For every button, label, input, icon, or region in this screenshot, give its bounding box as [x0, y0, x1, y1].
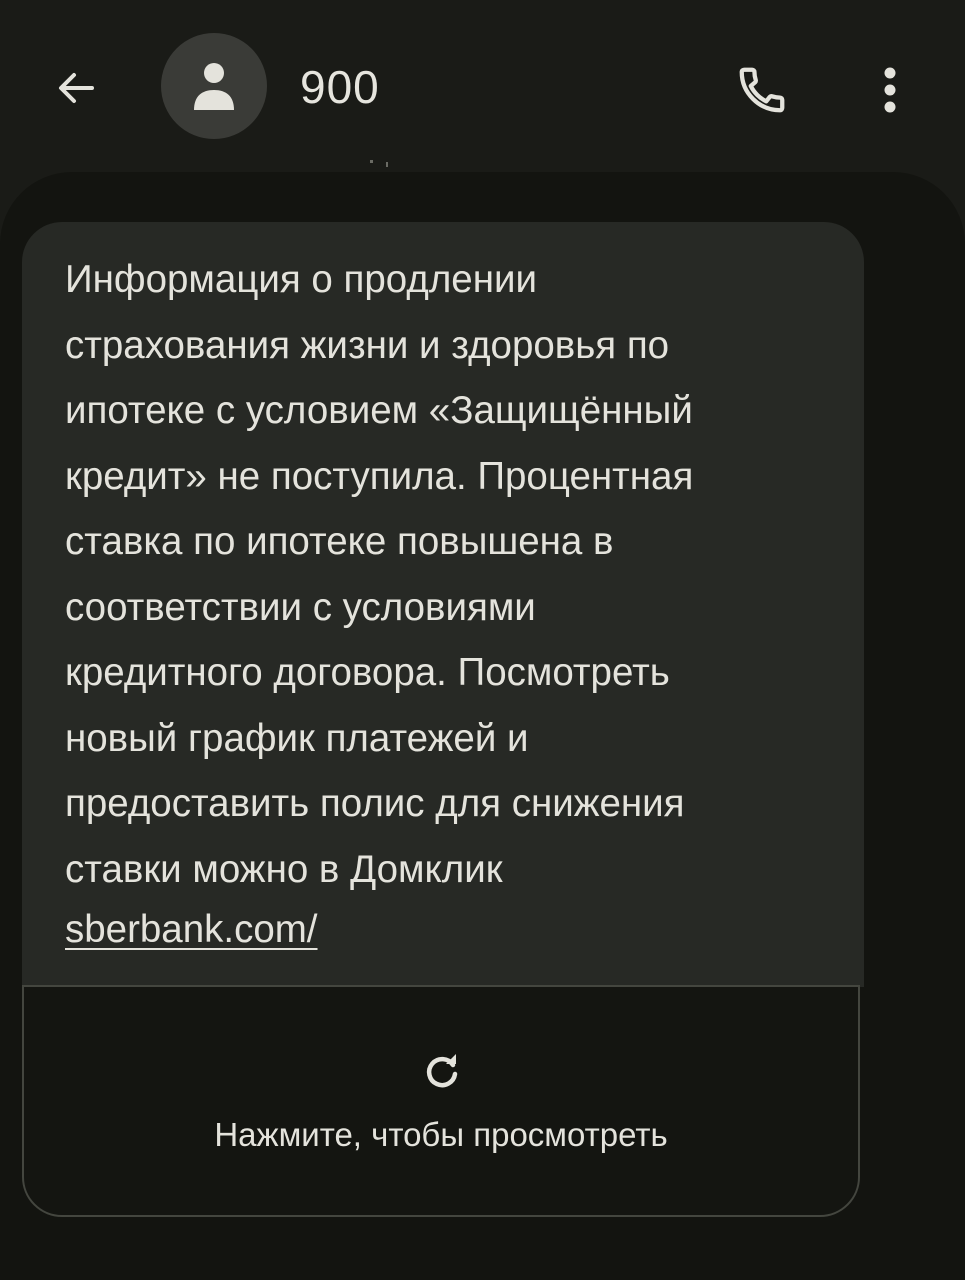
more-vert-icon: [884, 67, 896, 113]
message-text: Информация о продлении страхования жизни…: [65, 258, 694, 891]
person-icon: [194, 63, 234, 110]
call-button[interactable]: [724, 52, 800, 128]
scroll-hint-marks: [370, 160, 388, 167]
back-button[interactable]: [40, 52, 112, 124]
more-options-button[interactable]: [855, 52, 925, 128]
top-app-bar: 900: [0, 0, 965, 172]
phone-icon: [739, 67, 785, 113]
contact-avatar[interactable]: [161, 33, 267, 139]
link-preview-card[interactable]: [22, 985, 860, 1217]
message-link[interactable]: sberbank.com/: [65, 902, 318, 958]
arrow-back-icon: [59, 73, 94, 103]
tap-to-view-label[interactable]: Нажмите, чтобы просмотреть: [22, 1110, 860, 1160]
refresh-icon: [426, 1054, 458, 1088]
sender-name: 900: [300, 61, 380, 113]
